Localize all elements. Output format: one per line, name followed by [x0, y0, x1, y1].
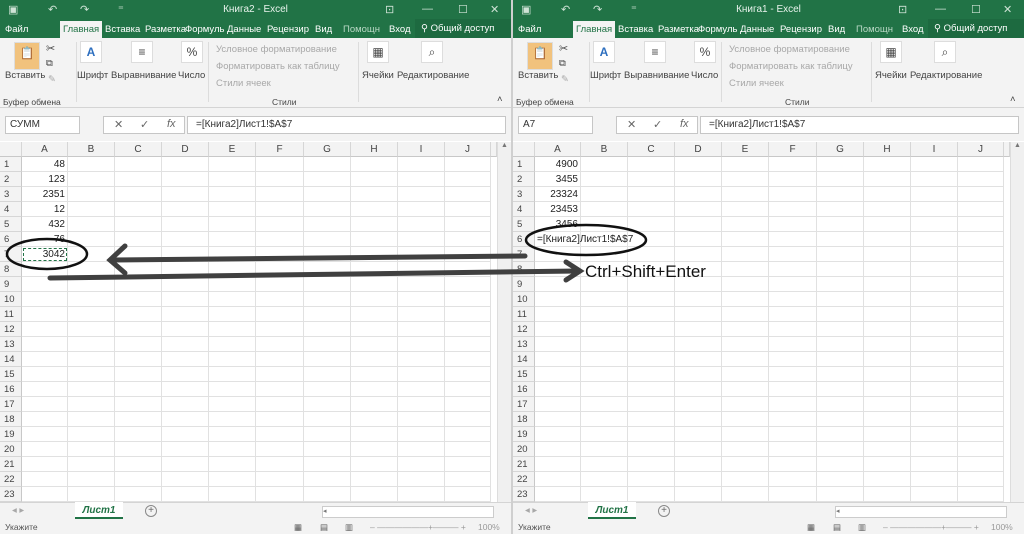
arrow-left — [106, 243, 528, 276]
arrow-right — [47, 259, 585, 283]
shortcut-annotation: Ctrl+Shift+Enter — [585, 262, 706, 281]
highlight-ellipse-left — [5, 237, 89, 271]
highlight-ellipse-right — [524, 223, 648, 257]
annotation-overlay — [5, 223, 648, 283]
